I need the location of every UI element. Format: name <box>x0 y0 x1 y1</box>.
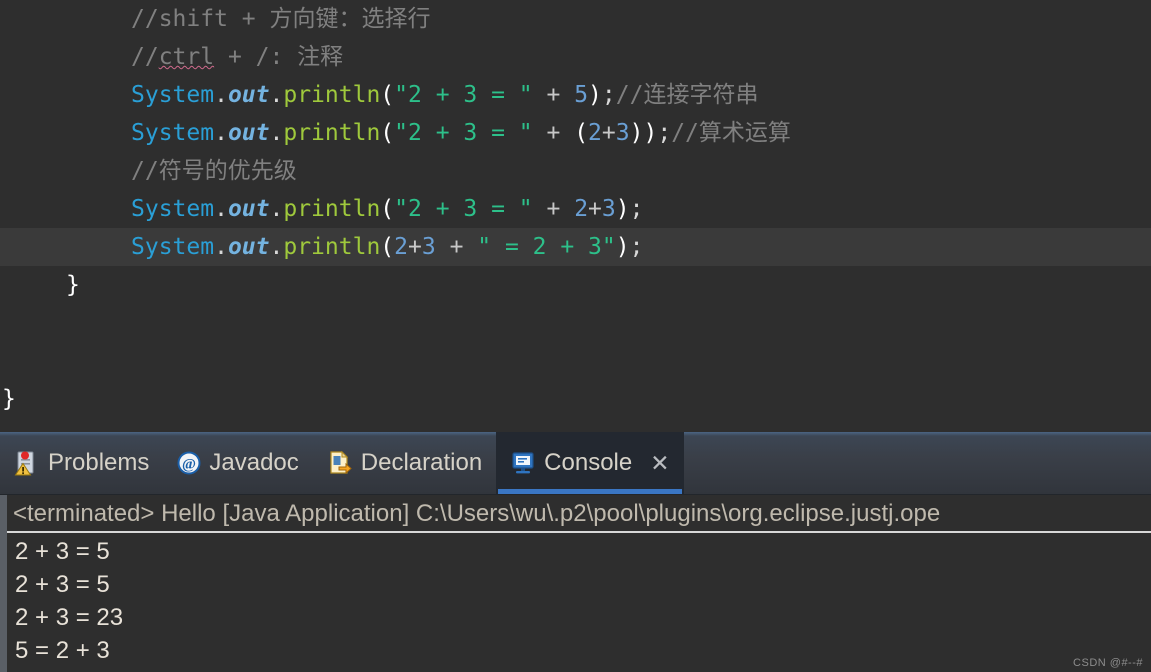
tab-label: Console <box>544 449 633 476</box>
code-token-string: "2 + 3 = " <box>394 120 533 146</box>
code-line[interactable]: } <box>0 266 1151 304</box>
code-token-brace: ) <box>615 234 630 260</box>
code-line[interactable]: System.out.println("2 + 3 = " + 5);//连接字… <box>0 76 1151 114</box>
code-line[interactable]: //shift + 方向键：选择行 <box>0 0 1151 38</box>
code-token-plain: + <box>408 234 422 260</box>
code-token-string: "2 + 3 = " <box>394 196 533 222</box>
code-token-num: 2 <box>588 120 602 146</box>
code-token-brace: } <box>66 272 80 298</box>
eclipse-ide-window: //shift + 方向键：选择行//ctrl + /: 注释 System.ou… <box>0 0 1151 672</box>
code-token-field: out <box>227 82 270 108</box>
code-token-punct: ; <box>629 196 644 222</box>
code-token-class: System <box>131 196 215 222</box>
code-token-num: 5 <box>574 82 589 108</box>
code-token-string: " = 2 + 3" <box>477 234 616 260</box>
code-line[interactable]: } <box>0 380 1151 418</box>
console-output: 2 + 3 = 5 2 + 3 = 5 2 + 3 = 23 5 = 2 + 3 <box>7 533 1151 667</box>
code-token-brace: ( <box>380 196 395 222</box>
code-line[interactable] <box>0 342 1151 380</box>
code-line-current[interactable]: System.out.println(2+3 + " = 2 + 3"); <box>0 228 1151 266</box>
code-token-class: System <box>131 120 215 146</box>
view-tab-bar: Problems @ Javadoc Declaration Console ✕ <box>0 432 1151 495</box>
svg-text:@: @ <box>182 457 196 473</box>
code-token-num: 3 <box>601 196 616 222</box>
console-output-line: 2 + 3 = 23 <box>15 604 124 631</box>
console-process-header: <terminated> Hello [Java Application] C:… <box>7 495 1151 533</box>
code-token-plain: + <box>588 196 602 222</box>
code-token-punct: . <box>269 196 284 222</box>
watermark: CSDN @#--# <box>1073 657 1143 669</box>
code-token-class: System <box>131 234 215 260</box>
code-token-punct: . <box>214 234 228 260</box>
code-token-brace: } <box>2 386 16 412</box>
code-token-plain: + <box>601 120 616 146</box>
tab-javadoc[interactable]: @ Javadoc <box>163 432 312 494</box>
code-token-comment: //符号的优先级 <box>131 158 297 184</box>
code-token-method: println <box>283 82 381 108</box>
code-token-brace: ( <box>380 82 395 108</box>
code-token-punct: ; <box>629 234 644 260</box>
code-line[interactable] <box>0 304 1151 342</box>
close-icon[interactable]: ✕ <box>650 451 669 475</box>
code-line[interactable]: System.out.println("2 + 3 = " + (2+3));/… <box>0 114 1151 152</box>
code-token-brace: )) <box>629 120 658 146</box>
code-token-brace: ( <box>574 120 589 146</box>
javadoc-icon: @ <box>177 451 201 475</box>
code-token-comment: //连接字符串 <box>615 82 759 108</box>
code-token-num: 2 <box>574 196 589 222</box>
code-token-comment: + /: 注释 <box>214 44 344 70</box>
declaration-icon <box>327 450 353 476</box>
console-output-line: 2 + 3 = 5 <box>15 538 110 565</box>
code-token-brace: ) <box>615 196 630 222</box>
problems-icon <box>14 450 40 476</box>
tab-declaration[interactable]: Declaration <box>313 432 496 494</box>
code-token-field: out <box>227 120 270 146</box>
code-token-plain: + <box>532 120 575 146</box>
code-token-punct: . <box>214 120 228 146</box>
console-output-line: 2 + 3 = 5 <box>15 571 110 598</box>
code-lines-container: //shift + 方向键：选择行//ctrl + /: 注释 System.ou… <box>0 0 1151 418</box>
console-output-line: 5 = 2 + 3 <box>15 637 110 664</box>
code-token-num: 3 <box>421 234 436 260</box>
code-token-brace: ( <box>380 120 395 146</box>
code-token-num: 2 <box>394 234 409 260</box>
code-token-num: 3 <box>615 120 630 146</box>
code-token-comment: // <box>131 44 159 70</box>
code-token-plain: + <box>532 82 575 108</box>
code-token-method: println <box>283 120 381 146</box>
code-editor[interactable]: //shift + 方向键：选择行//ctrl + /: 注释 System.ou… <box>0 0 1151 432</box>
bottom-panel: Problems @ Javadoc Declaration Console ✕ <ter… <box>0 432 1151 672</box>
code-token-method: println <box>283 196 381 222</box>
tab-console[interactable]: Console ✕ <box>496 432 684 494</box>
code-line[interactable]: //ctrl + /: 注释 <box>0 38 1151 76</box>
code-token-brace: ( <box>380 234 395 260</box>
code-token-field: out <box>227 234 270 260</box>
code-line[interactable]: //符号的优先级 <box>0 152 1151 190</box>
code-token-comment: //算术运算 <box>671 120 791 146</box>
code-token-punct: ; <box>601 82 616 108</box>
code-token-punct: . <box>269 234 284 260</box>
tab-problems[interactable]: Problems <box>0 432 163 494</box>
code-token-comment-spell: ctrl <box>158 44 215 70</box>
code-token-punct: . <box>214 82 228 108</box>
code-token-plain: + <box>435 234 478 260</box>
code-line[interactable]: System.out.println("2 + 3 = " + 2+3); <box>0 190 1151 228</box>
code-token-brace: ) <box>588 82 602 108</box>
code-token-class: System <box>131 82 215 108</box>
code-token-method: println <box>283 234 381 260</box>
code-token-comment: //shift + 方向键：选择行 <box>131 6 431 32</box>
code-token-punct: ; <box>657 120 672 146</box>
tab-label: Declaration <box>360 449 483 476</box>
code-token-string: "2 + 3 = " <box>394 82 533 108</box>
tab-label: Javadoc <box>209 449 299 476</box>
code-token-punct: . <box>269 120 284 146</box>
code-token-plain: + <box>532 196 575 222</box>
console-view[interactable]: <terminated> Hello [Java Application] C:… <box>0 495 1151 672</box>
console-icon <box>510 450 536 476</box>
code-token-field: out <box>227 196 270 222</box>
code-token-punct: . <box>214 196 228 222</box>
tab-label: Problems <box>48 449 150 476</box>
code-token-punct: . <box>269 82 284 108</box>
